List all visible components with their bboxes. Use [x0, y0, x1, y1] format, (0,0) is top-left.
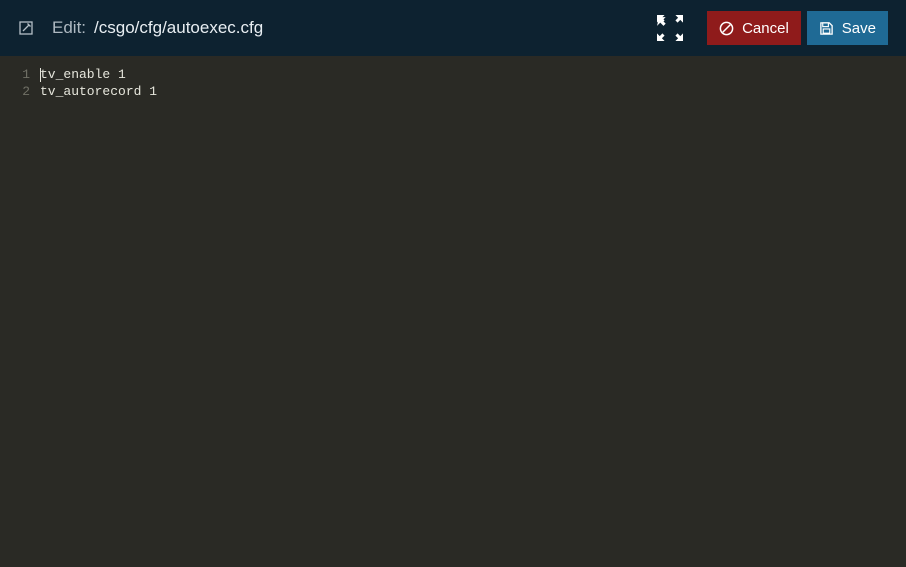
code-line[interactable]: tv_enable 1 — [40, 66, 906, 83]
editor-header: Edit: /csgo/cfg/autoexec.cfg Cancel Save — [0, 0, 906, 56]
save-button[interactable]: Save — [807, 11, 888, 45]
file-path: /csgo/cfg/autoexec.cfg — [94, 18, 263, 38]
fullscreen-icon[interactable] — [657, 15, 683, 41]
edit-icon — [18, 20, 34, 36]
save-button-label: Save — [842, 20, 876, 37]
save-icon — [819, 21, 834, 36]
cancel-button[interactable]: Cancel — [707, 11, 801, 45]
line-number: 2 — [0, 83, 30, 100]
line-gutter: 1 2 — [0, 66, 40, 567]
edit-label: Edit: — [52, 18, 86, 38]
cancel-button-label: Cancel — [742, 20, 789, 37]
line-number: 1 — [0, 66, 30, 83]
code-editor[interactable]: 1 2 tv_enable 1 tv_autorecord 1 — [0, 56, 906, 567]
code-line[interactable]: tv_autorecord 1 — [40, 83, 906, 100]
editor-content[interactable]: tv_enable 1 tv_autorecord 1 — [40, 66, 906, 567]
cancel-icon — [719, 21, 734, 36]
